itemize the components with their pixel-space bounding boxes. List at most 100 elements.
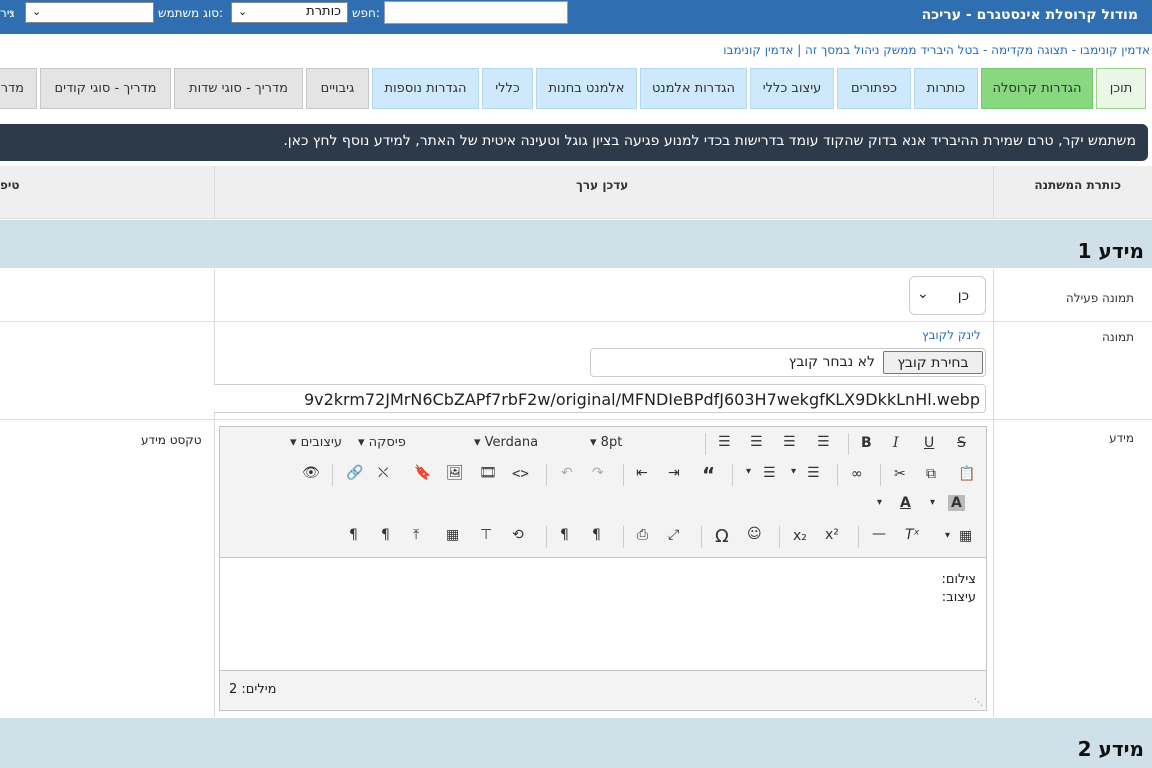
clear-format-icon[interactable]: Tˣ [905,527,920,543]
search-input[interactable] [384,1,568,24]
separator [858,526,859,548]
italic-icon[interactable]: I [893,435,899,451]
undo-icon[interactable]: ↶ [561,465,573,481]
active-image-select[interactable]: כן ⌄ [909,276,986,315]
chevron-down-icon[interactable]: ▾ [746,466,751,477]
editor-line: צילום: [941,572,976,587]
show-blocks-icon[interactable]: ¶ [349,527,358,543]
breadcrumb[interactable]: אדמין קונימבו - תצוגה מקדימה - בטל היברי… [723,43,1150,57]
divider [993,269,994,717]
chevron-down-icon[interactable]: ▾ [930,497,935,508]
align-center-icon[interactable]: ☰ [750,434,763,450]
text-color-icon[interactable]: A [900,495,911,511]
tab-content[interactable]: תוכן [1096,68,1146,109]
file-input[interactable]: בחירת קובץ לא נבחר קובץ [590,348,986,377]
background-color-icon[interactable]: A [948,495,965,511]
blockquote-icon[interactable]: “ [702,463,715,487]
paragraph-mark-icon[interactable]: ¶ [381,527,390,543]
chevron-down-icon: ⌄ [238,5,248,18]
rtl-icon[interactable]: ¶ [592,527,601,543]
restore-draft-icon[interactable]: ⟲ [512,527,524,543]
source-code-icon[interactable]: <> [512,466,529,482]
table-header: כותרת המשתנה עדכן ערך טיפ [0,166,1152,219]
copy-icon[interactable]: ⧉ [926,466,936,482]
info-label: מידע [1109,431,1134,445]
tab-general[interactable]: כללי [482,68,533,109]
link-icon[interactable]: 🔗 [346,465,363,481]
field-select[interactable]: ⌄ כותרת [231,2,348,23]
top-bar: מודול קרוסלת אינסטגרם - עריכה חפש: ⌄ כות… [0,0,1152,34]
fullscreen-icon[interactable]: ⤢ [668,527,679,543]
strikethrough-icon[interactable]: S [957,435,966,451]
user-type-select[interactable]: ⌄ [25,2,154,23]
file-link[interactable]: לינק לקובץ [922,328,981,342]
tab-general-design[interactable]: עיצוב כללי [750,68,834,109]
cut-icon[interactable]: ✂ [894,466,906,482]
subscript-icon[interactable]: x₂ [793,528,807,544]
preview-eye-icon[interactable]: 👁 [302,465,320,481]
tab-more-settings[interactable]: הגדרות נוספות [372,68,479,109]
tab-guide-field-types[interactable]: מדריך - סוגי שדות [174,68,303,109]
separator [880,464,881,486]
choose-file-button[interactable]: בחירת קובץ [883,351,983,374]
numbered-list-icon[interactable]: ☰ [807,465,820,481]
align-justify-icon[interactable]: ☰ [817,434,830,450]
cut-select[interactable]: ⌄ [5,2,21,23]
separator [623,464,624,486]
resize-handle[interactable]: ⋱ [974,698,983,708]
tab-backups[interactable]: גיבויים [306,68,369,109]
notice-text: משתמש יקר, טרם שמירת ההיבריד אנא בדוק שה… [283,133,1136,149]
unlink-icon[interactable]: ⛌ [378,465,388,481]
separator [546,526,547,548]
tab-element-settings[interactable]: הגדרות אלמנט [640,68,747,109]
media-icon[interactable]: 🎞 [479,465,497,481]
separator [332,464,333,486]
col-variable-title: כותרת המשתנה [1034,178,1121,192]
bold-icon[interactable]: B [861,435,872,451]
image-url-input[interactable]: 9v2krm72JMrN6CbZAPf7rbF2w/original/MFNDI… [214,384,986,413]
chevron-down-icon[interactable]: ▾ [945,530,950,541]
template-icon[interactable]: ▦ [446,527,459,543]
chevron-down-icon: ⌄ [32,5,42,18]
ltr-icon[interactable]: ¶ [560,527,569,543]
align-right-icon[interactable]: ☰ [783,434,796,450]
underline-icon[interactable]: U [924,435,934,451]
find-icon[interactable]: ∞ [851,466,863,482]
editor-content-area[interactable]: צילום: עיצוב: [220,557,986,671]
rich-text-editor: S U I B ☰ ☰ ☰ ☰ ▾ 8pt ▾ Verdana ▾ פיסקה … [219,426,987,711]
page-break-icon[interactable]: ⊤ [480,527,492,543]
separator [701,526,702,548]
font-family-dropdown[interactable]: ▾ Verdana [474,435,538,450]
chevron-down-icon[interactable]: ▾ [791,466,796,477]
superscript-icon[interactable]: x² [825,527,839,543]
bullet-list-icon[interactable]: ☰ [763,465,776,481]
table-icon[interactable]: ▦ [959,528,972,544]
image-icon[interactable]: 🖼 [446,465,464,481]
paste-icon[interactable]: 📋 [958,466,975,482]
page-title: מודול קרוסלת אינסטגרם - עריכה [921,7,1138,23]
tab-buttons[interactable]: כפתורים [837,68,911,109]
separator [837,464,838,486]
outdent-icon[interactable]: ⇤ [636,465,648,481]
chevron-down-icon[interactable]: ▾ [877,497,882,508]
paragraph-dropdown[interactable]: ▾ פיסקה [358,435,406,450]
tab-carousel-settings[interactable]: הגדרות קרוסלה [981,68,1093,109]
horizontal-rule-icon[interactable]: — [872,526,886,542]
separator [705,433,706,455]
font-size-dropdown[interactable]: ▾ 8pt [590,435,622,450]
align-left-icon[interactable]: ☰ [718,434,731,450]
print-icon[interactable]: ⎙ [637,527,648,543]
upload-icon[interactable]: ⤒ [413,527,419,543]
tab-guide[interactable]: מדריך [0,68,37,109]
styles-dropdown[interactable]: ▾ עיצובים [290,435,342,450]
separator [848,433,849,455]
tab-titles[interactable]: כותרות [914,68,978,109]
tab-guide-code-types[interactable]: מדריך - סוגי קודים [40,68,171,109]
hybrid-notice[interactable]: משתמש יקר, טרם שמירת ההיבריד אנא בדוק שה… [0,124,1148,161]
emoji-icon[interactable]: ☺ [747,526,762,542]
tab-element-in-store[interactable]: אלמנט בחנות [536,68,637,109]
bookmark-icon[interactable]: 🔖 [414,465,431,481]
redo-icon[interactable]: ↷ [592,465,604,481]
indent-icon[interactable]: ⇥ [668,465,680,481]
special-character-icon[interactable]: Ω [715,526,729,547]
